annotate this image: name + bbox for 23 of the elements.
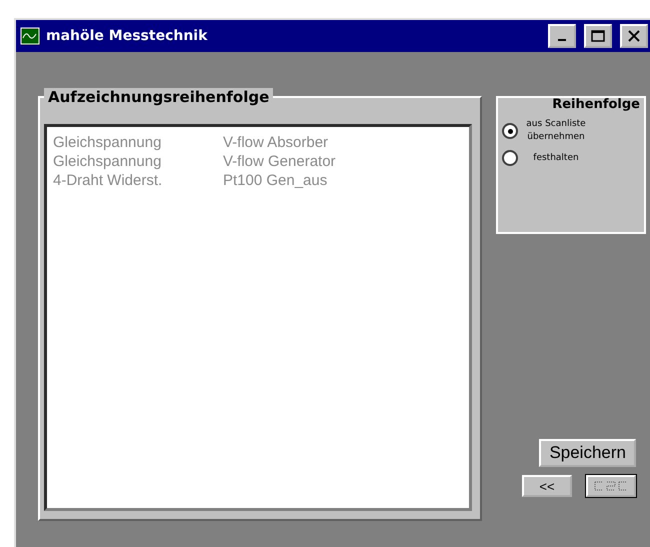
minimize-button[interactable] <box>548 24 576 48</box>
minimize-icon <box>558 39 566 41</box>
maximize-button[interactable] <box>584 24 612 48</box>
close-button[interactable] <box>620 24 648 48</box>
radio-button[interactable] <box>502 123 518 139</box>
oscilloscope-icon <box>20 27 40 45</box>
close-icon <box>628 30 640 42</box>
list-cell-text: 4-Draht Widerst. <box>53 171 164 190</box>
radio-label: aus Scanliste übernehmen <box>525 118 587 144</box>
list-cell-text: Gleichspannung <box>53 152 162 171</box>
window-title: mahöle Messtechnik <box>46 28 208 44</box>
panel-title: Aufzeichnungsreihenfolge <box>44 88 274 106</box>
radio-button[interactable] <box>502 150 518 166</box>
save-button[interactable]: Speichern <box>539 439 636 467</box>
list-cell-text: V-flow Generator <box>223 152 337 171</box>
list-cell-text: Gleichspannung <box>53 133 162 152</box>
panel-title: Reihenfolge <box>552 97 640 112</box>
back-button[interactable]: << <box>522 475 572 497</box>
list-cell-text: V-flow Absorber <box>223 133 330 152</box>
maximize-icon <box>591 30 605 42</box>
radio-label: festhalten <box>532 152 580 164</box>
list-cell-text: Pt100 Gen_aus <box>223 171 328 190</box>
dotted-icon <box>593 480 629 492</box>
